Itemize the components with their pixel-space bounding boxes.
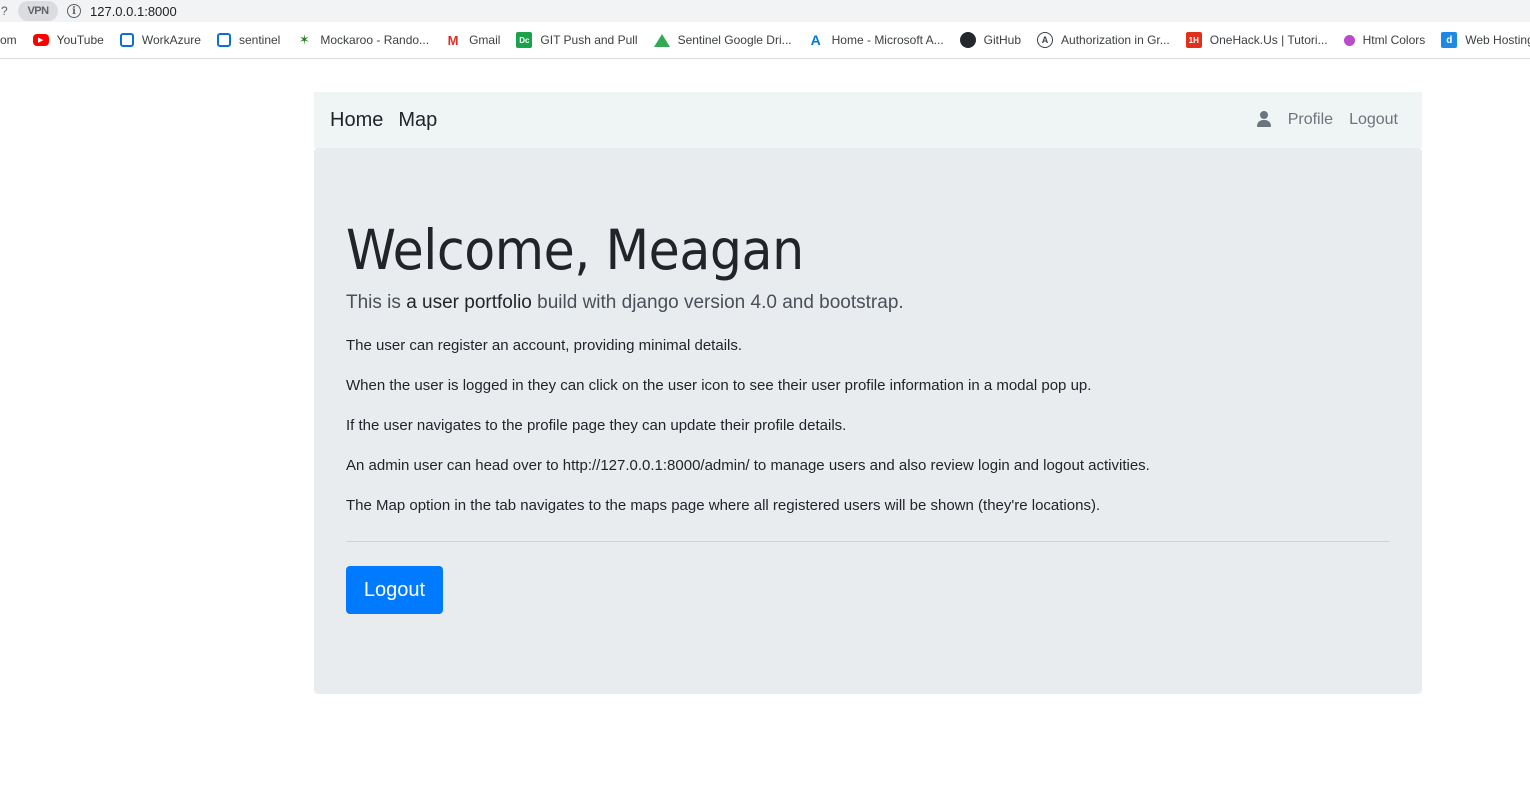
bookmark-microsoft-azure[interactable]: A Home - Microsoft A... [808,32,944,48]
nav-home-link[interactable]: Home [330,109,383,132]
bookmark-sentinel[interactable]: sentinel [216,33,281,47]
bookmark-mockaroo[interactable]: ✶ Mockaroo - Rando... [296,32,429,48]
divider [346,541,1390,542]
welcome-jumbotron: Welcome, Meagan This is a user portfolio… [314,148,1422,694]
bookmarks-bar: om ▶ YouTube WorkAzure sentinel ✶ Mockar… [0,22,1530,59]
bookmark-label: Gmail [469,33,501,47]
lead-suffix: build with django version 4.0 and bootst… [537,292,904,313]
html-colors-icon [1343,34,1355,46]
nav-logout-link[interactable]: Logout [1349,111,1398,129]
bookmark-label: Home - Microsoft A... [831,33,944,47]
user-icon[interactable] [1256,111,1272,129]
web-hosting-icon: d [1441,32,1458,48]
auth0-icon: A [1037,32,1054,48]
bookmark-label: WorkAzure [141,33,201,47]
nav-map-link[interactable]: Map [398,109,437,132]
site-navbar: Home Map Profile Logout [314,92,1422,148]
bookmark-label: Authorization in Gr... [1061,33,1170,47]
lead-prefix: This is [346,292,401,313]
bookmark-authorization[interactable]: A Authorization in Gr... [1037,32,1170,48]
bookmark-web-hosting[interactable]: d Web Hosting [1441,32,1530,48]
bookmark-label: Html Colors [1362,33,1426,47]
vpn-badge[interactable]: VPN [18,1,58,21]
google-drive-icon [653,33,670,47]
nav-profile-link[interactable]: Profile [1288,111,1333,129]
gmail-icon: M [447,32,459,48]
bookmark-workazure[interactable]: WorkAzure [119,33,201,47]
description-paragraph: The Map option in the tab navigates to t… [346,497,1101,514]
mockaroo-icon: ✶ [298,32,310,47]
description-paragraph: If the user navigates to the profile pag… [346,417,847,434]
user-icon-body [1256,120,1271,127]
bookmark-label: Web Hosting [1465,33,1530,47]
github-icon [959,32,976,48]
microsoft-azure-icon: A [810,32,821,48]
lead-text: This is a user portfolio build with djan… [346,292,904,314]
bookmark-label: Sentinel Google Dri... [677,33,792,47]
onehack-icon: 1H [1185,32,1202,48]
user-icon-head [1259,111,1268,119]
page-title: Welcome, Meagan [346,218,804,282]
nav-left-group: Home Map [330,109,452,132]
youtube-icon: ▶ [32,34,49,46]
bookmark-label: Mockaroo - Rando... [320,33,430,47]
bookmark-label: YouTube [56,33,104,47]
nav-right-group: Profile Logout [1256,111,1406,129]
lead-emphasis: a user portfolio [406,292,532,313]
description-paragraph: The user can register an account, provid… [346,337,743,354]
left-edge-glyph: ? [1,4,8,18]
bookmark-label: GIT Push and Pull [540,33,638,47]
bookmark-gmail[interactable]: M Gmail [445,32,501,48]
bookmark-label: sentinel [238,33,281,47]
bookmark-git-push-pull[interactable]: Dc GIT Push and Pull [516,32,638,48]
bookmark-html-colors[interactable]: Html Colors [1343,33,1426,47]
description-paragraph: When the user is logged in they can clic… [346,377,1092,394]
bookmark-label: GitHub [983,33,1022,47]
bookmark-sentinel-drive[interactable]: Sentinel Google Dri... [653,33,792,47]
git-icon: Dc [516,32,533,48]
bookmark-cut-off[interactable]: om [0,33,17,47]
azure-devops-icon [119,33,134,47]
info-icon[interactable]: i [67,4,81,18]
logout-button[interactable]: Logout [346,566,443,614]
bookmark-github[interactable]: GitHub [959,32,1022,48]
url-field[interactable]: 127.0.0.1:8000 [90,4,177,19]
bookmark-onehack[interactable]: 1H OneHack.Us | Tutori... [1185,32,1328,48]
bookmark-label: OneHack.Us | Tutori... [1209,33,1328,47]
bookmark-youtube[interactable]: ▶ YouTube [32,33,104,47]
azure-devops-icon [216,33,231,47]
description-paragraph: An admin user can head over to http://12… [346,457,1150,474]
browser-address-bar: ? VPN i 127.0.0.1:8000 [0,0,1530,22]
